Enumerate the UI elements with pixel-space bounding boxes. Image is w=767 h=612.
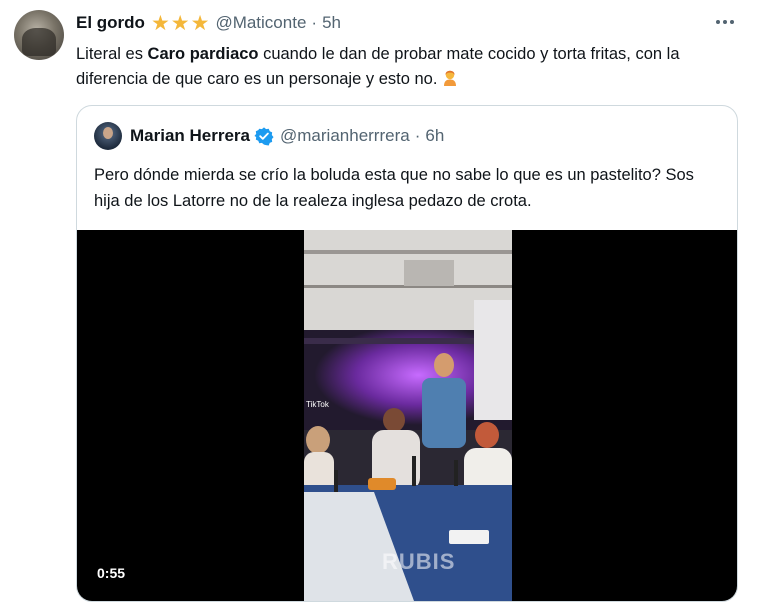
quoted-tweet-card[interactable]: Marian Herrera @marianherrrera · 6h Pero… bbox=[76, 105, 738, 602]
quoted-author-handle[interactable]: @marianherrrera bbox=[280, 126, 410, 146]
star-icon: ★ bbox=[170, 11, 190, 35]
quoted-author-avatar[interactable] bbox=[94, 122, 122, 150]
author-name[interactable]: El gordo bbox=[76, 13, 145, 33]
avatar-face bbox=[103, 127, 113, 139]
separator-dot: · bbox=[414, 126, 421, 145]
tweet-text: Literal es Caro pardiaco cuando le dan d… bbox=[76, 42, 746, 92]
separator-dot: · bbox=[311, 13, 318, 32]
tweet-text-bold: Caro pardiaco bbox=[147, 45, 259, 63]
author-avatar[interactable] bbox=[14, 10, 64, 60]
verified-badge-icon bbox=[254, 127, 274, 146]
tweet-header: El gordo ★ ★ ★ @Maticonte · 5h bbox=[76, 11, 341, 35]
tweet-text-part: Literal es bbox=[76, 45, 148, 63]
quoted-tweet-text: Pero dónde mierda se crío la boluda esta… bbox=[94, 166, 694, 210]
star-emojis: ★ ★ ★ bbox=[151, 13, 209, 34]
quoted-tweet-timestamp[interactable]: 6h bbox=[425, 126, 444, 146]
tiktok-label: TikTok bbox=[306, 400, 329, 409]
video-watermark: RUBIS bbox=[382, 549, 456, 574]
person-gesturing-icon bbox=[444, 70, 457, 86]
quoted-author-name[interactable]: Marian Herrera bbox=[130, 126, 250, 146]
star-icon: ★ bbox=[190, 11, 210, 35]
author-handle[interactable]: @Maticonte bbox=[215, 13, 306, 33]
more-options-icon[interactable] bbox=[713, 12, 737, 32]
avatar-silhouette bbox=[22, 28, 56, 56]
quoted-tweet-header: Marian Herrera @marianherrrera · 6h bbox=[130, 126, 444, 146]
video-still bbox=[304, 230, 512, 601]
video-duration: 0:55 bbox=[97, 565, 126, 581]
tweet-timestamp[interactable]: 5h bbox=[322, 13, 341, 33]
star-icon: ★ bbox=[150, 11, 170, 35]
video-frame: TikTok RUBIS bbox=[304, 230, 512, 601]
video-player[interactable]: TikTok RUBIS 0:55 bbox=[77, 230, 737, 601]
